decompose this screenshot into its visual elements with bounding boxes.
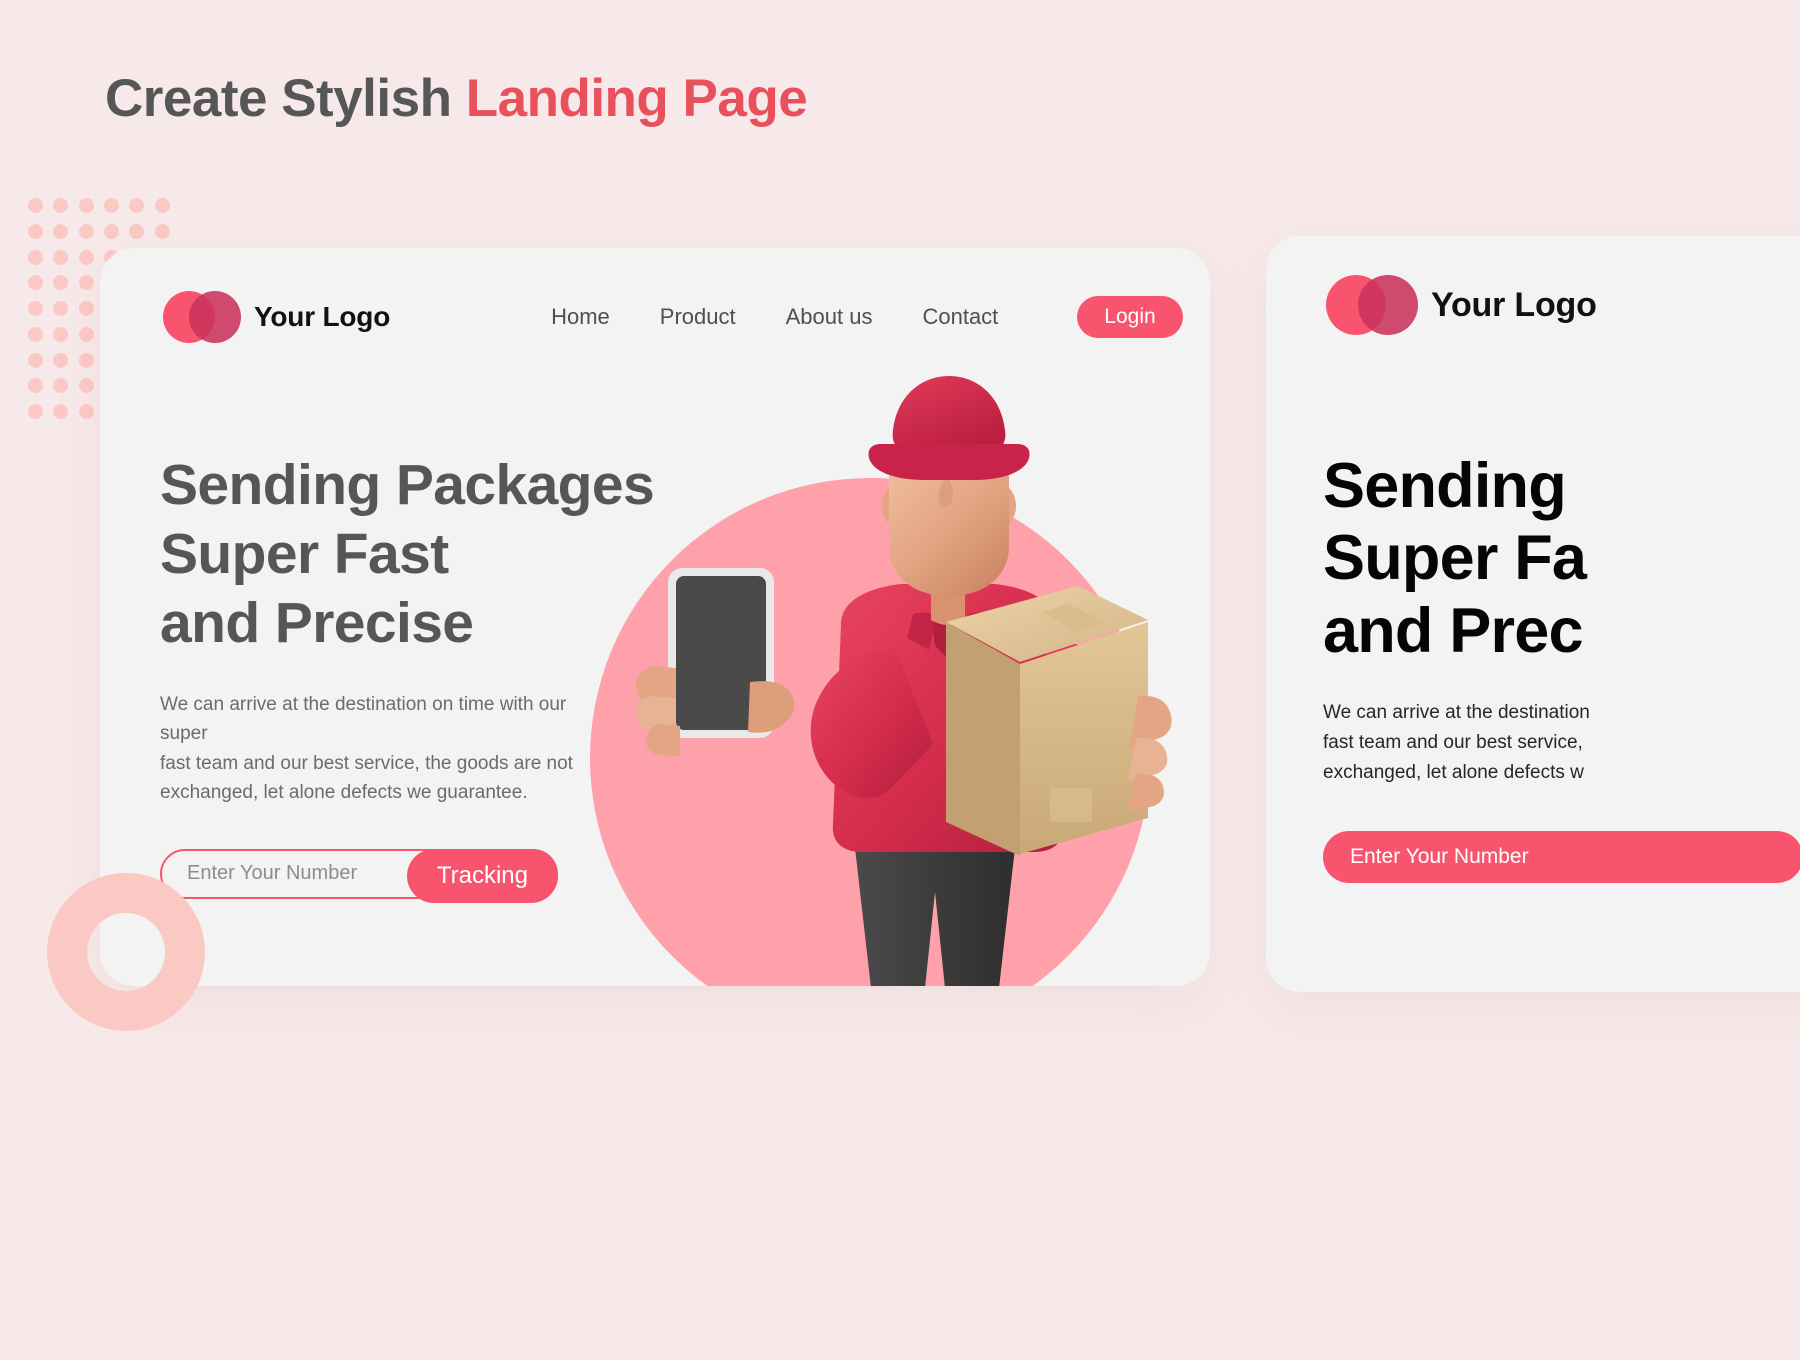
dot <box>154 198 170 213</box>
tracking-number-input-secondary[interactable]: Enter Your Number <box>1323 831 1800 884</box>
dot <box>53 352 69 368</box>
nav-item-about-us[interactable]: About us <box>786 304 873 330</box>
nav-item-product[interactable]: Product <box>660 304 736 330</box>
navbar-secondary: Your Logo <box>1266 274 1800 336</box>
dot <box>78 249 94 265</box>
dot <box>104 198 119 213</box>
brand-name-secondary: Your Logo <box>1431 285 1597 324</box>
dot <box>28 249 43 265</box>
nav-item-home[interactable]: Home <box>551 304 610 330</box>
delivery-man-illustration <box>636 376 1172 986</box>
navbar: Your Logo Home Product About us Contact … <box>100 286 1210 348</box>
dot <box>28 301 43 317</box>
nav-links: Home Product About us Contact <box>551 304 998 330</box>
dot <box>78 198 94 213</box>
dot <box>28 223 43 239</box>
dot <box>129 223 145 239</box>
dot <box>53 326 69 342</box>
dot <box>154 223 170 239</box>
dot <box>104 223 119 239</box>
dot <box>28 326 43 342</box>
dot <box>78 326 94 342</box>
dot <box>28 378 43 394</box>
dot <box>78 275 94 291</box>
hero-headline-secondary: Sending Super Fa and Prec <box>1323 451 1587 666</box>
dot <box>53 378 69 394</box>
brand-name: Your Logo <box>254 301 391 332</box>
nav-item-contact[interactable]: Contact <box>922 304 998 330</box>
landing-page-card: Your Logo Home Product About us Contact … <box>100 248 1210 986</box>
ring-decoration <box>47 873 205 1031</box>
dot <box>28 275 43 291</box>
dot <box>53 301 69 317</box>
page-title-part2: Landing Page <box>465 69 808 128</box>
dot <box>53 249 69 265</box>
brand-logo-secondary[interactable]: Your Logo <box>1326 275 1597 335</box>
logo-circles-icon-secondary <box>1326 275 1418 335</box>
page-title-part1: Create Stylish <box>105 69 466 128</box>
dot <box>28 352 43 368</box>
dot <box>28 404 43 420</box>
login-button[interactable]: Login <box>1077 296 1183 338</box>
dot <box>78 352 94 368</box>
tracking-button[interactable]: Tracking <box>406 848 558 903</box>
dot <box>28 198 43 213</box>
logo-circles-icon <box>163 291 241 343</box>
landing-page-card-secondary: Your Logo Sending Super Fa and Prec We c… <box>1266 236 1800 992</box>
hero-subtext: We can arrive at the destination on time… <box>160 693 573 804</box>
dot <box>53 275 69 291</box>
brand-logo[interactable]: Your Logo <box>163 291 390 343</box>
page-title: Create Stylish Landing Page <box>105 68 808 129</box>
dot <box>78 301 94 317</box>
hero-subtext-secondary: We can arrive at the destination fast te… <box>1323 702 1590 783</box>
dot <box>78 223 94 239</box>
hero-illustration <box>590 366 1210 986</box>
dot <box>53 404 69 420</box>
dot <box>78 404 94 420</box>
tracking-form: Tracking <box>160 848 558 903</box>
dot <box>53 223 69 239</box>
dot <box>53 198 69 213</box>
dot <box>129 198 145 213</box>
dot <box>78 378 94 394</box>
hero-copy-secondary: Sending Super Fa and Prec We can arrive … <box>1323 450 1800 884</box>
